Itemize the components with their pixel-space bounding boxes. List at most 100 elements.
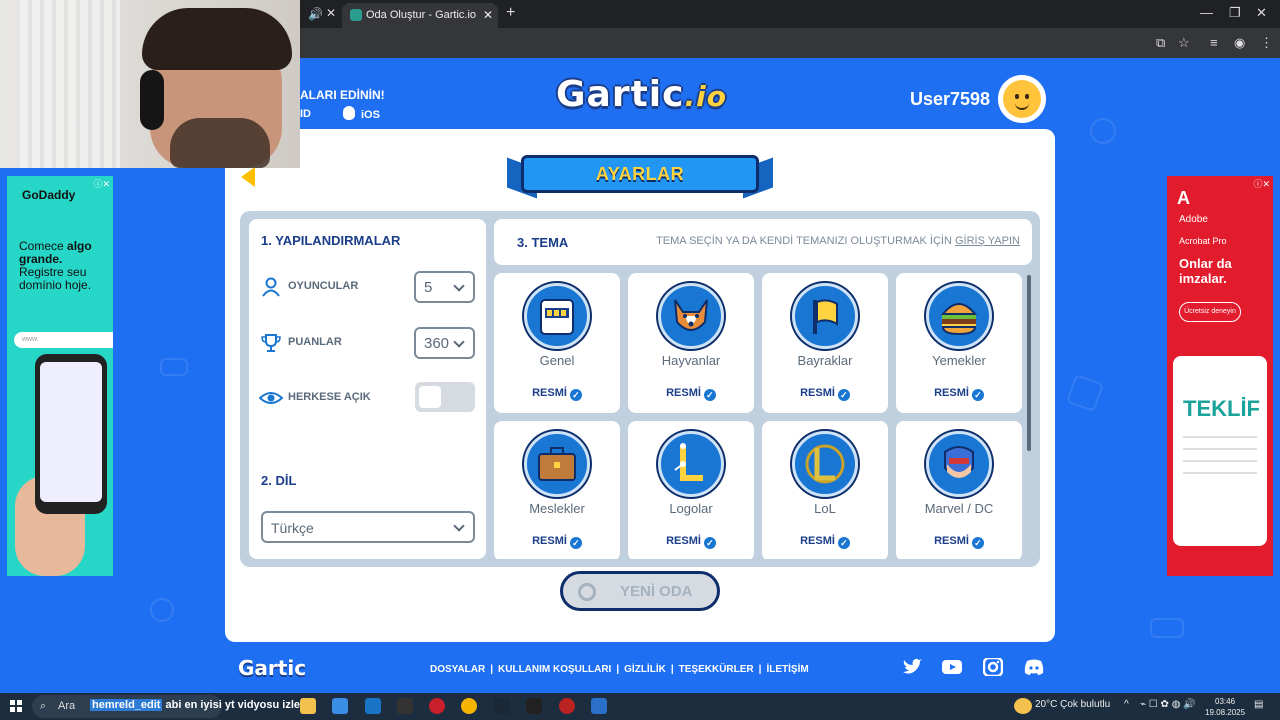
separator: | (490, 664, 494, 675)
ad-product: Acrobat Pro (1179, 236, 1227, 246)
ad-copy-2: Registre seu domínio hoje. (19, 265, 92, 292)
clock-time: 03:46 (1215, 697, 1236, 706)
avatar[interactable] (998, 75, 1046, 123)
public-row: HERKESE AÇIK (259, 382, 475, 414)
youtube-icon[interactable] (942, 658, 962, 676)
scrollbar-thumb[interactable] (1027, 275, 1031, 451)
banner-plate: AYARLAR (521, 155, 759, 193)
public-toggle[interactable] (415, 382, 475, 412)
gartic-logo[interactable]: Gartic.io (556, 74, 727, 115)
official-label: RESMİ (666, 387, 701, 399)
chrome-icon[interactable] (461, 698, 477, 714)
steam-icon[interactable] (494, 698, 510, 714)
weather-icon[interactable] (1014, 698, 1032, 714)
burger-icon (926, 283, 992, 349)
notifications-icon[interactable]: ▤ (1254, 699, 1263, 710)
theme-name: Genel (539, 353, 575, 368)
check-icon: ✓ (569, 389, 582, 401)
install-app-icon[interactable]: ⧉ (1156, 35, 1165, 51)
epic-games-icon[interactable] (397, 698, 413, 714)
login-link[interactable]: GİRİŞ YAPIN (955, 235, 1020, 247)
theme-scrollbar[interactable] (1026, 273, 1032, 553)
dog-icon (658, 283, 724, 349)
official-badge: RESMİ ✓ (628, 387, 754, 401)
instagram-icon[interactable] (983, 658, 1003, 676)
webcam-person-hair (142, 8, 292, 70)
close-window-button[interactable]: ✕ (1256, 5, 1267, 21)
obs-icon[interactable] (559, 698, 575, 714)
tray-icons[interactable]: ⌁ ☐ ✿ ◍ 🔊 (1140, 699, 1196, 710)
theme-card-lol[interactable]: LoL RESMİ ✓ (762, 421, 888, 559)
close-tab-icon[interactable]: ✕ (483, 8, 493, 22)
browser-tab-active[interactable]: Oda Oluştur - Gartic.io ✕ (342, 3, 498, 28)
ad-close-icon[interactable]: ⓘ✕ (93, 177, 110, 190)
check-icon: ✓ (837, 537, 850, 549)
windows-start-icon[interactable] (10, 700, 22, 712)
tray-chevron-icon[interactable]: ^ (1124, 699, 1129, 710)
lol-icon (792, 431, 858, 497)
menu-kebab-icon[interactable]: ⋮ (1260, 35, 1273, 51)
footer-link-contact[interactable]: İLETİŞİM (766, 664, 808, 675)
browser-tab-inactive[interactable]: 🔊 ✕ (300, 4, 342, 26)
taskbar-search-label: Ara (58, 700, 76, 712)
theme-card-bayraklar[interactable]: Bayraklar RESMİ ✓ (762, 273, 888, 413)
theme-card-yemekler[interactable]: Yemekler RESMİ ✓ (896, 273, 1022, 413)
theme-name: Yemekler (932, 353, 986, 368)
theme-card-logolar[interactable]: Logolar RESMİ ✓ (628, 421, 754, 559)
minimize-button[interactable]: — (1200, 5, 1213, 20)
twitter-icon[interactable] (902, 658, 922, 676)
superhero-icon (926, 431, 992, 497)
language-select[interactable]: Türkçe (261, 511, 475, 543)
chat-user: hemreld_edit (90, 699, 163, 711)
store-icon[interactable] (332, 698, 348, 714)
footer-link-thanks[interactable]: TEŞEKKÜRLER (679, 664, 754, 675)
footer-link-files[interactable]: DOSYALAR (430, 664, 485, 675)
taskbar-clock[interactable]: 03:46 19.08.2025 (1205, 696, 1245, 718)
footer-logo[interactable]: Gartic (238, 656, 306, 680)
speaker-icon: 🔊 (308, 7, 323, 21)
doodle-shape (1065, 373, 1105, 413)
separator: | (616, 664, 620, 675)
media-controls-icon[interactable]: ≡ (1210, 35, 1218, 50)
opera-icon[interactable] (429, 698, 445, 714)
official-badge: RESMİ ✓ (494, 387, 620, 401)
adobe-ad[interactable]: ⓘ✕ A Adobe Acrobat Pro Onlar da imzalar.… (1167, 176, 1273, 576)
new-tab-button[interactable]: + (506, 4, 515, 22)
ios-link[interactable]: iOS (343, 106, 380, 121)
theme-card-meslekler[interactable]: Meslekler RESMİ ✓ (494, 421, 620, 559)
doc-line (1183, 436, 1257, 438)
theme-hint: TEMA SEÇİN YA DA KENDİ TEMANIZI OLUŞTURM… (656, 235, 1020, 247)
footer-link-privacy[interactable]: GİZLİLİK (624, 664, 666, 675)
godaddy-ad[interactable]: ⓘ✕ GoDaddy Comece algo grande. Registre … (7, 176, 113, 576)
ad-cta-button[interactable]: Ücretsiz deneyin (1179, 302, 1241, 322)
points-select[interactable]: 360 (414, 327, 475, 359)
steam-icon[interactable] (591, 698, 607, 714)
doodle-shape (160, 358, 188, 376)
discord-icon[interactable] (1024, 658, 1044, 676)
app-icon[interactable] (526, 698, 542, 714)
doc-line (1183, 448, 1257, 450)
chevron-down-icon (453, 336, 465, 348)
ad-brand: GoDaddy (22, 188, 76, 202)
tab-title: Oda Oluştur - Gartic.io (366, 9, 477, 21)
close-tab-icon[interactable]: ✕ (326, 6, 336, 20)
clock-date: 19.08.2025 (1205, 708, 1246, 717)
official-label: RESMİ (934, 535, 969, 547)
weather-text[interactable]: 20°C Çok bulutlu (1035, 699, 1110, 710)
players-select[interactable]: 5 (414, 271, 475, 303)
back-arrow-icon[interactable] (241, 167, 255, 187)
ad-close-icon[interactable]: ⓘ✕ (1253, 177, 1270, 190)
file-explorer-icon[interactable] (300, 698, 316, 714)
restore-button[interactable]: ❐ (1229, 5, 1241, 21)
bookmark-star-icon[interactable]: ☆ (1178, 35, 1190, 51)
outlook-icon[interactable] (365, 698, 381, 714)
footer-link-terms[interactable]: KULLANIM KOŞULLARI (498, 664, 611, 675)
theme-card-genel[interactable]: Genel RESMİ ✓ (494, 273, 620, 413)
theme-card-hayvanlar[interactable]: Hayvanlar RESMİ ✓ (628, 273, 754, 413)
new-room-button[interactable]: YENİ ODA (560, 571, 720, 611)
theme-card-marvel-dc[interactable]: Marvel / DC RESMİ ✓ (896, 421, 1022, 559)
android-link[interactable]: ID (300, 108, 311, 120)
profile-icon[interactable]: ◉ (1234, 35, 1245, 51)
ad-copy-1: Comece (19, 239, 68, 253)
check-icon: ✓ (569, 537, 582, 549)
